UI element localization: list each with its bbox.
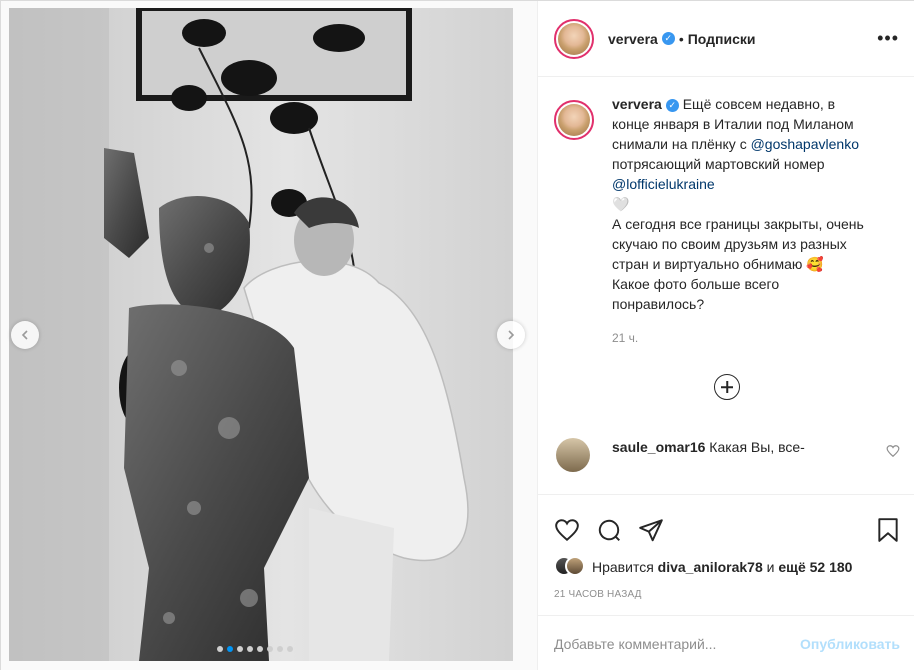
load-more-comments[interactable] bbox=[554, 374, 900, 400]
comment-input[interactable] bbox=[554, 635, 793, 652]
caption-body: ververa ✓ Ещё совсем недавно, в конце янв… bbox=[612, 94, 874, 348]
caption-text-part3: 🤍 А сегодня все границы закрыты, очень с… bbox=[612, 196, 864, 312]
caption-username[interactable]: ververa bbox=[612, 96, 662, 112]
action-bar bbox=[538, 495, 914, 551]
author-avatar-image bbox=[558, 22, 590, 55]
add-comment-bar: Опубликовать bbox=[538, 615, 914, 670]
carousel-dot bbox=[287, 646, 293, 652]
likes-summary: Нравится diva_anilorak78 и ещё 52 180 bbox=[538, 553, 914, 581]
share-button[interactable] bbox=[638, 517, 664, 543]
photo-illustration bbox=[9, 8, 513, 661]
carousel-dot bbox=[237, 646, 243, 652]
carousel-dot bbox=[247, 646, 253, 652]
mention-link-goshapavlenko[interactable]: @goshapavlenko bbox=[751, 136, 859, 152]
post-actions: Нравится diva_anilorak78 и ещё 52 180 21… bbox=[538, 494, 914, 670]
header-separator: • bbox=[678, 30, 684, 47]
caption-text: ververa ✓ Ещё совсем недавно, в конце янв… bbox=[612, 94, 874, 314]
likes-middle: и bbox=[762, 559, 779, 575]
bookmark-icon bbox=[878, 518, 898, 542]
likes-count-button[interactable]: ещё 52 180 bbox=[778, 559, 852, 575]
carousel-dot bbox=[217, 646, 223, 652]
commenter-username[interactable]: saule_omar16 bbox=[612, 439, 705, 455]
post-media bbox=[1, 1, 537, 670]
caption-timestamp[interactable]: 21 ч. bbox=[612, 328, 874, 348]
publish-comment-button[interactable]: Опубликовать bbox=[800, 636, 900, 652]
post-sidebar: ververa ✓ • Подписки ••• ververa ✓ Ещё со… bbox=[537, 1, 914, 670]
likes-text: Нравится diva_anilorak78 и ещё 52 180 bbox=[592, 559, 852, 575]
more-options-icon[interactable]: ••• bbox=[877, 28, 899, 49]
commenter-avatar[interactable] bbox=[556, 438, 590, 472]
likes-prefix: Нравится bbox=[592, 559, 658, 575]
comment-icon bbox=[598, 519, 620, 541]
like-button[interactable] bbox=[554, 517, 580, 543]
share-icon bbox=[639, 519, 663, 542]
caption-avatar[interactable] bbox=[554, 100, 594, 140]
caption-verified-badge-icon: ✓ bbox=[665, 99, 679, 112]
comment-like-heart-icon[interactable] bbox=[886, 444, 900, 458]
liker-avatars bbox=[554, 556, 590, 578]
author-username[interactable]: ververa bbox=[608, 31, 658, 47]
carousel-dot bbox=[227, 646, 233, 652]
carousel-dot bbox=[277, 646, 283, 652]
chevron-right-icon bbox=[508, 330, 515, 340]
comment-body: saule_omar16 Какая Вы, все- bbox=[612, 438, 852, 456]
save-button[interactable] bbox=[876, 517, 900, 543]
post-photo[interactable] bbox=[9, 8, 513, 661]
carousel-dot bbox=[267, 646, 273, 652]
liker-avatar bbox=[565, 556, 585, 576]
plus-circle-icon[interactable] bbox=[714, 374, 740, 400]
mention-link-lofficielukraine[interactable]: @lofficielukraine bbox=[612, 176, 715, 192]
post-header: ververa ✓ • Подписки ••• bbox=[538, 1, 914, 77]
comment-text: Какая Вы, все- bbox=[705, 439, 805, 455]
chevron-left-icon bbox=[21, 330, 28, 340]
post-timestamp[interactable]: 21 ЧАСОВ НАЗАД bbox=[538, 589, 914, 600]
liker-username[interactable]: diva_anilorak78 bbox=[658, 559, 763, 575]
carousel-prev-button[interactable] bbox=[11, 321, 39, 349]
comment-item: saule_omar16 Какая Вы, все- bbox=[554, 438, 900, 472]
carousel-dot bbox=[257, 646, 263, 652]
heart-icon bbox=[555, 519, 579, 542]
verified-badge-icon: ✓ bbox=[661, 32, 675, 45]
post-caption: ververa ✓ Ещё совсем недавно, в конце янв… bbox=[554, 94, 900, 348]
caption-avatar-image bbox=[558, 104, 590, 136]
post-container: ververa ✓ • Подписки ••• ververa ✓ Ещё со… bbox=[0, 0, 914, 670]
carousel-indicator bbox=[217, 646, 293, 652]
comments-section: ververa ✓ Ещё совсем недавно, в конце янв… bbox=[538, 78, 914, 494]
comment-button[interactable] bbox=[596, 517, 622, 543]
author-avatar[interactable] bbox=[554, 18, 594, 59]
carousel-next-button[interactable] bbox=[497, 321, 525, 349]
following-button[interactable]: Подписки bbox=[688, 31, 756, 47]
